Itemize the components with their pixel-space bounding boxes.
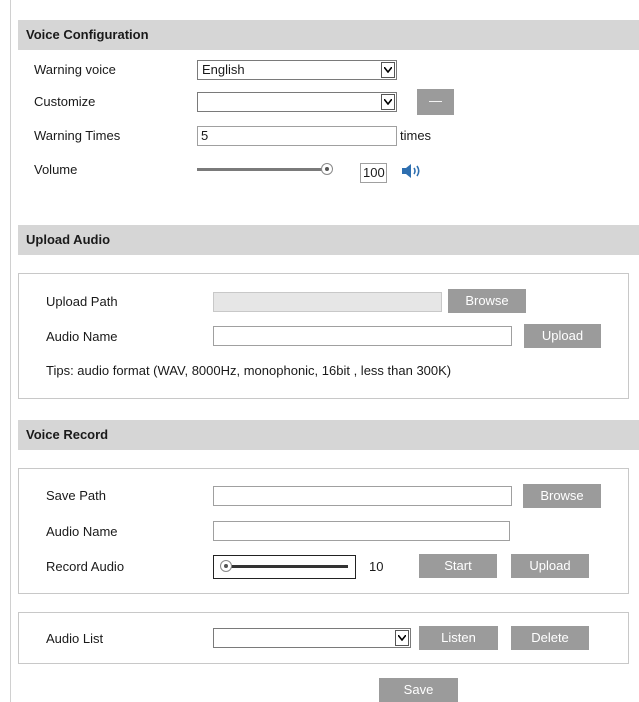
record-slider-thumb[interactable] <box>220 560 232 572</box>
save-path-input[interactable] <box>213 486 512 506</box>
record-audio-label: Record Audio <box>46 559 125 574</box>
chevron-down-icon <box>381 62 395 78</box>
audio-list-label: Audio List <box>46 631 104 646</box>
warning-times-label: Warning Times <box>34 128 121 143</box>
volume-slider-track <box>197 168 327 171</box>
customize-label: Customize <box>34 94 96 109</box>
volume-label: Volume <box>34 162 78 177</box>
frame-border <box>10 0 11 702</box>
record-audio-name-label: Audio Name <box>46 524 118 539</box>
warning-voice-value: English <box>202 62 245 77</box>
chevron-down-icon <box>381 94 395 110</box>
audio-list-select[interactable] <box>213 628 411 648</box>
record-browse-button[interactable]: Browse <box>523 484 601 508</box>
record-audio-name-input[interactable] <box>213 521 510 541</box>
warning-times-unit: times <box>400 128 432 143</box>
audio-format-tips: Tips: audio format (WAV, 8000Hz, monopho… <box>46 363 452 378</box>
record-value: 10 <box>369 559 384 574</box>
chevron-down-icon <box>395 630 409 646</box>
save-button[interactable]: Save <box>379 678 458 702</box>
volume-value-input[interactable]: 100 <box>360 163 387 183</box>
record-slider-track <box>221 565 348 568</box>
volume-slider[interactable] <box>197 163 337 177</box>
upload-audio-name-input[interactable] <box>213 326 512 346</box>
speaker-icon[interactable] <box>401 163 423 182</box>
upload-browse-button[interactable]: Browse <box>448 289 526 313</box>
listen-button[interactable]: Listen <box>419 626 498 650</box>
upload-button[interactable]: Upload <box>524 324 601 348</box>
upload-path-input <box>213 292 442 312</box>
warning-voice-select[interactable]: English <box>197 60 397 80</box>
record-slider[interactable] <box>213 555 356 579</box>
start-record-button[interactable]: Start <box>419 554 497 578</box>
record-upload-button[interactable]: Upload <box>511 554 589 578</box>
upload-audio-header: Upload Audio <box>18 225 639 255</box>
warning-voice-label: Warning voice <box>34 62 116 77</box>
upload-audio-name-label: Audio Name <box>46 329 118 344</box>
save-path-label: Save Path <box>46 488 106 503</box>
delete-button[interactable]: Delete <box>511 626 589 650</box>
voice-config-header: Voice Configuration <box>18 20 639 50</box>
voice-record-header: Voice Record <box>18 420 639 450</box>
upload-path-label: Upload Path <box>46 294 118 309</box>
customize-select[interactable] <box>197 92 397 112</box>
volume-slider-thumb[interactable] <box>321 163 333 175</box>
warning-times-input[interactable]: 5 <box>197 126 397 146</box>
remove-custom-button[interactable]: — <box>417 89 454 115</box>
